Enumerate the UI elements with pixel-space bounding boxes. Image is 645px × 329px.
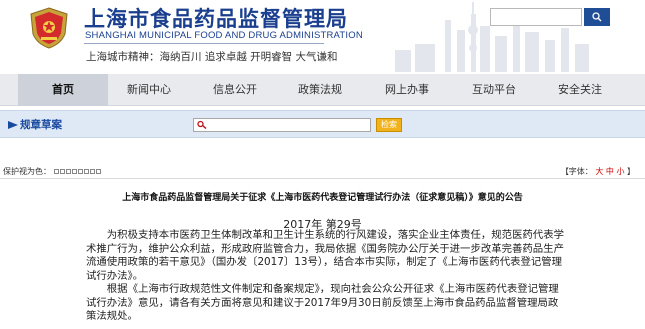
search-key-icon [197,120,207,130]
site-search-button[interactable] [584,8,610,26]
title-divider [84,43,324,44]
nav-item-online-services[interactable]: 网上办事 [385,74,429,106]
site-header: 上海市食品药品监督管理局 SHANGHAI MUNICIPAL FOOD AND… [0,0,645,72]
site-title: 上海市食品药品监督管理局 [84,7,348,31]
nav-item-news[interactable]: 新闻中心 [127,74,171,106]
main-nav: 首页 新闻中心 信息公开 政策法规 网上办事 互动平台 安全关注 [0,74,645,106]
nav-item-info-disclosure[interactable]: 信息公开 [213,74,257,106]
font-size-switcher: 【字体： 大 中 小 】 [561,166,635,177]
article-paragraph: 为积极支持本市医药卫生体制改革和卫生计生系统的行风建设，落实企业主体责任，规范医… [86,229,564,282]
regulation-draft-label: 规章草案 [20,119,62,131]
site-search-input[interactable] [490,8,582,26]
national-emblem-icon[interactable] [27,6,71,50]
color-swatches[interactable] [53,167,102,176]
nav-item-safety[interactable]: 安全关注 [558,74,602,106]
article-paragraph: 根据《上海市行政规范性文件制定和备案规定》，现向社会公众公开征求《上海市医药代表… [86,283,559,322]
city-slogan: 上海城市精神：海纳百川 追求卓越 开明睿智 大气谦和 [86,51,338,63]
position-bar: 保护视为色： 【字体： 大 中 小 】 [0,165,645,179]
article-title: 上海市食品药品监督管理局关于征求《上海市医药代表登记管理试行办法（征求意见稿）》… [122,193,523,203]
font-size-small[interactable]: 小 [616,167,624,176]
nav-item-policies[interactable]: 政策法规 [298,74,342,106]
nav-item-interaction[interactable]: 互动平台 [472,74,516,106]
eye-protect-text: 保护视为色： [3,167,51,176]
site-title-english: SHANGHAI MUNICIPAL FOOD AND DRUG ADMINIS… [85,30,363,41]
regulation-search-input[interactable] [193,118,371,132]
font-size-medium[interactable]: 中 [606,167,614,176]
font-size-label: 【字体： [560,167,593,176]
regulation-search-bar: 规章草案 检索 [0,110,645,138]
nav-item-home[interactable]: 首页 [18,74,108,106]
font-size-close: 】 [627,167,635,176]
regulation-draft-title: 规章草案 [8,117,62,132]
font-size-large[interactable]: 大 [595,167,603,176]
search-icon [592,12,602,22]
regulation-search-button[interactable]: 检索 [376,118,402,132]
arrow-icon [8,121,18,129]
eye-protect-label: 保护视为色： [3,166,102,177]
